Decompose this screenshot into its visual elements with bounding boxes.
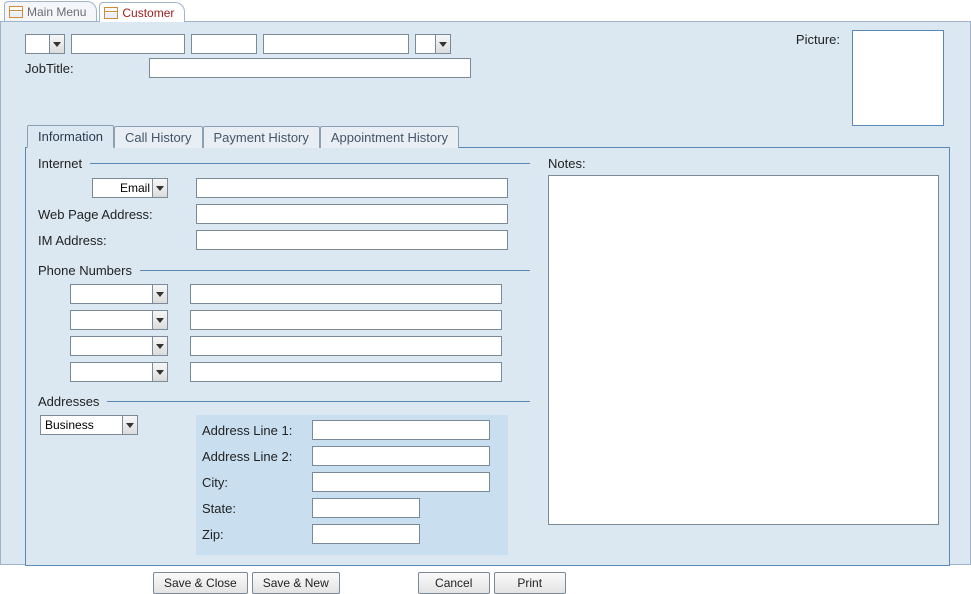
phone-type-combo[interactable]	[70, 336, 168, 356]
notes-label: Notes:	[548, 156, 939, 171]
divider	[140, 270, 530, 271]
phone-number-input[interactable]	[190, 336, 502, 356]
address-type-input[interactable]	[40, 415, 122, 435]
dropdown-button[interactable]	[152, 178, 168, 198]
chevron-down-icon	[126, 423, 134, 428]
phone-type-combo[interactable]	[70, 310, 168, 330]
im-label: IM Address:	[38, 233, 196, 248]
save-close-button[interactable]: Save & Close	[153, 572, 248, 594]
phone-number-input[interactable]	[190, 284, 502, 304]
suffix-input[interactable]	[415, 34, 435, 54]
customer-form: Picture: JobTitle: Information Call Hist…	[0, 22, 971, 565]
divider	[90, 163, 530, 164]
doc-tab-label: Main Menu	[27, 5, 86, 19]
phone-group: Phone Numbers	[38, 263, 530, 382]
document-tab-bar: Main Menu Customer	[0, 0, 971, 22]
doc-tab-main-menu[interactable]: Main Menu	[4, 1, 97, 21]
addr-line1-label: Address Line 1:	[202, 423, 312, 438]
addr-line2-input[interactable]	[312, 446, 490, 466]
addr-line2-label: Address Line 2:	[202, 449, 312, 464]
phone-number-input[interactable]	[190, 362, 502, 382]
address-type-combo[interactable]	[40, 415, 138, 435]
dropdown-button[interactable]	[152, 362, 168, 382]
chevron-down-icon	[156, 344, 164, 349]
picture-box[interactable]	[852, 30, 944, 126]
web-label: Web Page Address:	[38, 207, 196, 222]
dropdown-button[interactable]	[122, 415, 138, 435]
addr-state-input[interactable]	[312, 498, 420, 518]
phone-type-input[interactable]	[70, 362, 152, 382]
addr-zip-input[interactable]	[312, 524, 420, 544]
tab-payment-history[interactable]: Payment History	[203, 126, 320, 148]
tab-call-history[interactable]: Call History	[114, 126, 202, 148]
tab-appointment-history[interactable]: Appointment History	[320, 126, 459, 148]
form-icon	[9, 6, 23, 18]
chevron-down-icon	[156, 292, 164, 297]
addr-line1-input[interactable]	[312, 420, 490, 440]
detail-tab-control: Information Call History Payment History…	[25, 124, 950, 566]
phone-number-input[interactable]	[190, 310, 502, 330]
web-input[interactable]	[196, 204, 508, 224]
phone-type-combo[interactable]	[70, 284, 168, 304]
internet-group: Internet Web Page Address:	[38, 156, 530, 251]
first-name-input[interactable]	[71, 34, 185, 54]
suffix-combo[interactable]	[415, 34, 451, 54]
phone-type-input[interactable]	[70, 336, 152, 356]
dropdown-button[interactable]	[49, 34, 65, 54]
job-title-label: JobTitle:	[25, 61, 143, 76]
email-input[interactable]	[196, 178, 508, 198]
addr-zip-label: Zip:	[202, 527, 312, 542]
dropdown-button[interactable]	[152, 284, 168, 304]
form-button-row: Save & Close Save & New Cancel Print	[153, 572, 950, 594]
address-group: Addresses Address Line 1: Address Line 2…	[38, 394, 530, 555]
phone-type-combo[interactable]	[70, 362, 168, 382]
picture-label: Picture:	[796, 32, 840, 47]
addr-city-input[interactable]	[312, 472, 490, 492]
group-title: Addresses	[38, 394, 99, 409]
im-input[interactable]	[196, 230, 508, 250]
tab-information[interactable]: Information	[27, 125, 114, 148]
chevron-down-icon	[156, 186, 164, 191]
dropdown-button[interactable]	[152, 336, 168, 356]
chevron-down-icon	[156, 370, 164, 375]
addr-state-label: State:	[202, 501, 312, 516]
email-type-combo[interactable]	[92, 178, 168, 198]
dropdown-button[interactable]	[435, 34, 451, 54]
notes-textarea[interactable]	[548, 175, 939, 525]
dropdown-button[interactable]	[152, 310, 168, 330]
group-title: Internet	[38, 156, 82, 171]
email-type-input[interactable]	[92, 178, 152, 198]
last-name-input[interactable]	[263, 34, 409, 54]
group-title: Phone Numbers	[38, 263, 132, 278]
addr-city-label: City:	[202, 475, 312, 490]
phone-type-input[interactable]	[70, 310, 152, 330]
middle-name-input[interactable]	[191, 34, 257, 54]
chevron-down-icon	[156, 318, 164, 323]
cancel-button[interactable]: Cancel	[418, 572, 490, 594]
title-prefix-input[interactable]	[25, 34, 49, 54]
chevron-down-icon	[53, 42, 61, 47]
divider	[107, 401, 530, 402]
phone-type-input[interactable]	[70, 284, 152, 304]
job-title-input[interactable]	[149, 58, 471, 78]
save-new-button[interactable]: Save & New	[252, 572, 340, 594]
print-button[interactable]: Print	[494, 572, 566, 594]
chevron-down-icon	[439, 42, 447, 47]
title-prefix-combo[interactable]	[25, 34, 65, 54]
doc-tab-label: Customer	[122, 6, 174, 20]
form-icon	[104, 7, 118, 19]
doc-tab-customer[interactable]: Customer	[99, 2, 185, 22]
